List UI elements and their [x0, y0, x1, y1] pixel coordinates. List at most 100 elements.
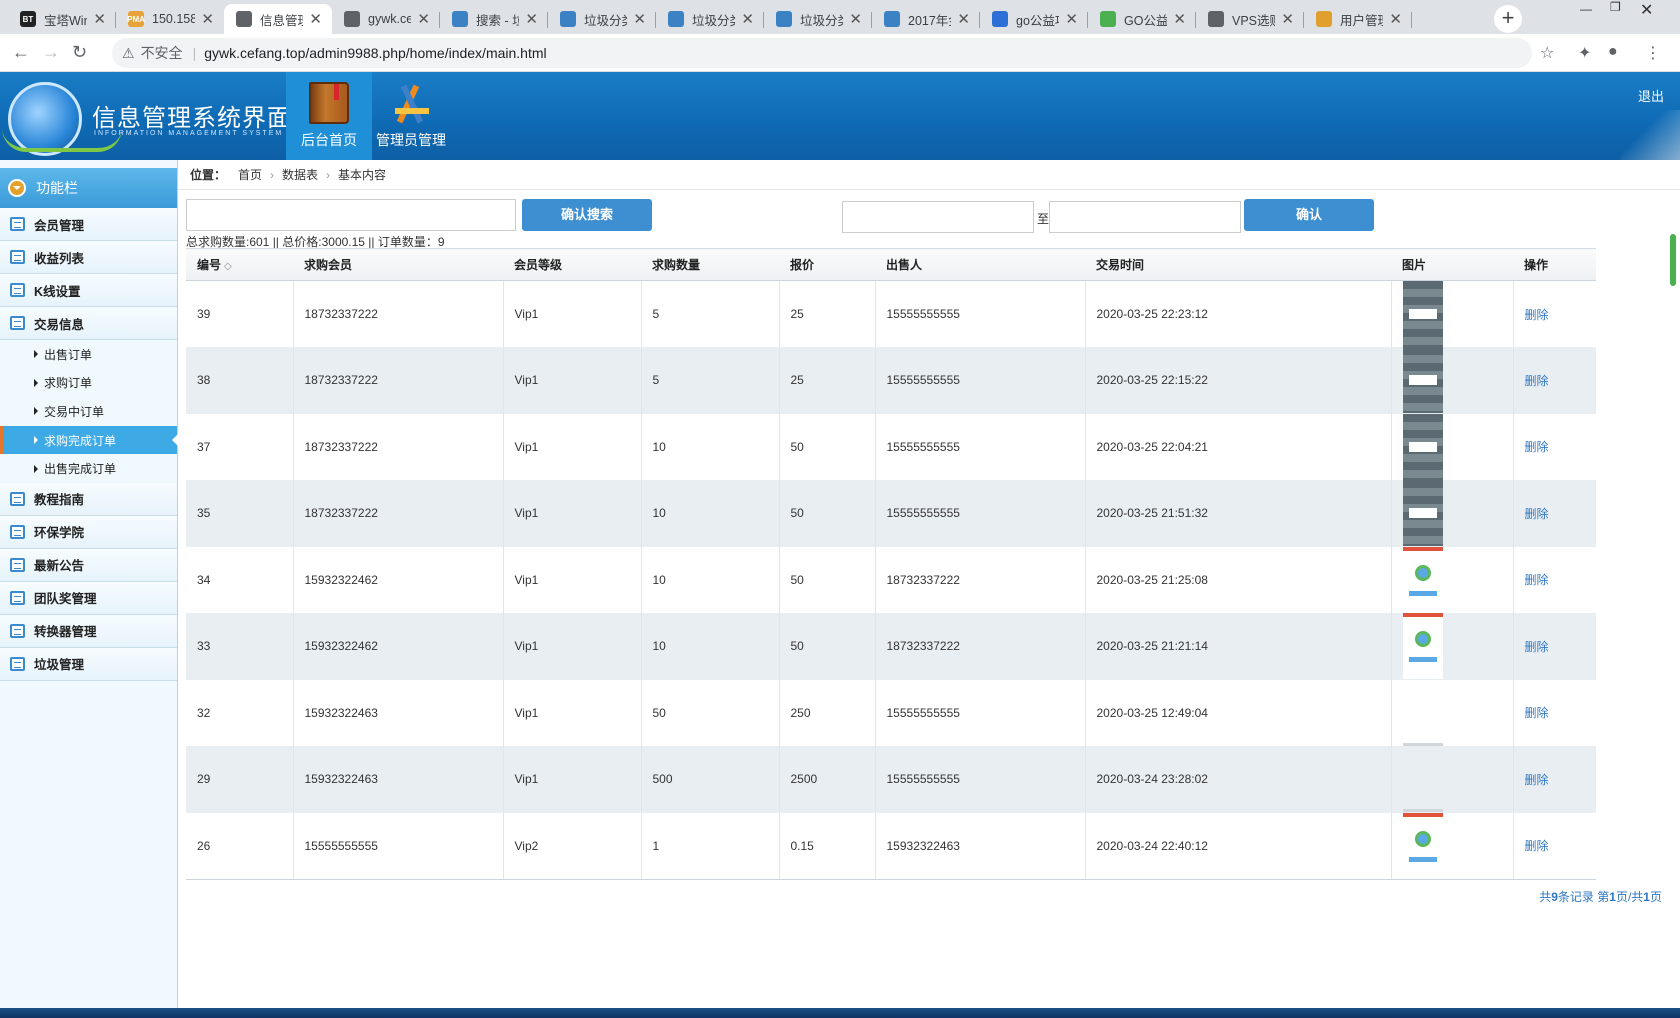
sidebar-item[interactable]: 转换器管理 [0, 614, 177, 648]
sidebar-item-label: 转换器管理 [34, 625, 97, 640]
extensions-icon[interactable]: ✦ [1578, 43, 1591, 63]
sidebar-item[interactable]: K线设置 [0, 274, 177, 307]
tab-close-icon[interactable]: ✕ [957, 10, 970, 28]
tab-favicon-icon [344, 11, 360, 27]
sidebar-item-label: 教程指南 [34, 493, 85, 508]
date-end-input[interactable] [1049, 201, 1241, 233]
search-confirm-button[interactable]: 确认搜索 [522, 199, 652, 231]
sidebar-subitem[interactable]: 出售订单 [0, 340, 177, 369]
forward-icon[interactable]: → [42, 42, 60, 63]
url-field[interactable]: ⚠ 不安全 | gywk.cefang.top/admin9988.php/ho… [112, 38, 1532, 68]
tab-close-icon[interactable]: ✕ [93, 10, 106, 28]
minimize-button[interactable]: — [1580, 2, 1592, 16]
cell-action: 删除 [1513, 280, 1596, 347]
scrollbar-thumb[interactable] [1670, 234, 1676, 286]
cell-time: 2020-03-25 22:15:22 [1085, 347, 1392, 414]
reload-icon[interactable]: ↻ [72, 42, 87, 63]
delete-link[interactable]: 删除 [1525, 839, 1549, 853]
sidebar-item[interactable]: 收益列表 [0, 241, 177, 274]
new-tab-button[interactable]: + [1494, 5, 1522, 33]
sort-icon[interactable]: ◇ [224, 261, 232, 272]
delete-link[interactable]: 删除 [1525, 507, 1549, 521]
tab-close-icon[interactable]: ✕ [525, 10, 538, 28]
thumbnail-image[interactable] [1402, 281, 1443, 347]
browser-tab[interactable]: 2017年金 ✕ [872, 4, 980, 34]
tab-close-icon[interactable]: ✕ [417, 10, 430, 28]
browser-tab[interactable]: BT 宝塔Win ✕ [8, 4, 116, 34]
delete-link[interactable]: 删除 [1525, 773, 1549, 787]
tab-close-icon[interactable]: ✕ [201, 10, 214, 28]
cell-seller: 15555555555 [875, 280, 1086, 347]
thumbnail-image[interactable] [1402, 480, 1443, 547]
browser-tab[interactable]: PMA 150.158. ✕ [116, 4, 224, 34]
sidebar-subitem[interactable]: 交易中订单 [0, 397, 177, 426]
thumbnail-image[interactable] [1402, 746, 1443, 813]
logout-link[interactable]: 退出 [1638, 86, 1664, 105]
thumbnail-image[interactable] [1402, 812, 1443, 879]
thumbnail-image[interactable] [1402, 613, 1443, 680]
sidebar-item-label: 垃圾管理 [34, 658, 85, 673]
nav-admin[interactable]: 管理员管理 [368, 72, 454, 160]
star-icon[interactable]: ☆ [1540, 43, 1554, 63]
cell-price: 25 [779, 280, 876, 347]
browser-tab[interactable]: 搜索 - 垃 ✕ [440, 4, 548, 34]
sidebar-item[interactable]: 教程指南 [0, 482, 177, 516]
tab-close-icon[interactable]: ✕ [633, 10, 646, 28]
delete-link[interactable]: 删除 [1525, 640, 1549, 654]
tab-close-icon[interactable]: ✕ [1065, 10, 1078, 28]
tab-close-icon[interactable]: ✕ [1281, 10, 1294, 28]
sidebar-item[interactable]: 环保学院 [0, 515, 177, 549]
close-window-button[interactable]: ✕ [1640, 0, 1653, 20]
delete-link[interactable]: 删除 [1525, 706, 1549, 720]
sidebar-subitem[interactable]: 出售完成订单 [0, 454, 177, 483]
sidebar-subitem[interactable]: 求购完成订单 [0, 425, 178, 455]
browser-tab[interactable]: 信息管理 ✕ [224, 4, 332, 34]
nav-home[interactable]: 后台首页 [286, 72, 372, 160]
menu-icon[interactable]: ⋮ [1645, 43, 1661, 63]
browser-tab[interactable]: 垃圾分类 ✕ [656, 4, 764, 34]
breadcrumb-home[interactable]: 首页 [238, 166, 262, 183]
search-input[interactable] [186, 199, 516, 231]
range-confirm-button[interactable]: 确认 [1244, 199, 1374, 231]
sidebar-item[interactable]: 团队奖管理 [0, 581, 177, 615]
sidebar-item[interactable]: 交易信息 [0, 307, 177, 340]
col-image: 图片 [1391, 248, 1513, 281]
sidebar-subitem[interactable]: 求购订单 [0, 368, 177, 398]
delete-link[interactable]: 删除 [1525, 573, 1549, 587]
thumbnail-image[interactable] [1402, 413, 1443, 480]
thumbnail-image[interactable] [1402, 680, 1443, 746]
sidebar-item[interactable]: 最新公告 [0, 548, 177, 582]
date-start-input[interactable] [842, 201, 1034, 233]
tab-close-icon[interactable]: ✕ [1173, 10, 1186, 28]
tab-close-icon[interactable]: ✕ [849, 10, 862, 28]
sidebar-item[interactable]: 垃圾管理 [0, 647, 177, 681]
browser-tab[interactable]: 用户管理 ✕ [1304, 4, 1412, 34]
cell-id: 39 [186, 280, 294, 347]
tab-close-icon[interactable]: ✕ [309, 10, 322, 28]
url-divider: | [192, 45, 197, 61]
back-icon[interactable]: ← [12, 42, 30, 63]
tab-title: 垃圾分类 [800, 13, 843, 28]
browser-tab[interactable]: 垃圾分类 ✕ [764, 4, 872, 34]
browser-tab[interactable]: GO公益 ✕ [1088, 4, 1196, 34]
thumbnail-image[interactable] [1402, 347, 1443, 414]
table-row: 29 15932322463 Vip1 500 2500 15555555555 2020-… [186, 746, 1596, 813]
cell-seller: 15555555555 [875, 746, 1086, 813]
delete-link[interactable]: 删除 [1525, 374, 1549, 388]
profile-icon[interactable]: ● [1608, 43, 1618, 61]
breadcrumb-table[interactable]: 数据表 [282, 166, 318, 183]
sidebar-item[interactable]: 会员管理 [0, 208, 177, 241]
browser-tab[interactable]: gywk.ce ✕ [332, 4, 440, 34]
tab-close-icon[interactable]: ✕ [1389, 10, 1402, 28]
browser-tab[interactable]: go公益项 ✕ [980, 4, 1088, 34]
tab-close-icon[interactable]: ✕ [741, 10, 754, 28]
sidebar-heading[interactable]: 功能栏 [0, 168, 177, 208]
delete-link[interactable]: 删除 [1525, 440, 1549, 454]
delete-link[interactable]: 删除 [1525, 308, 1549, 322]
browser-tab[interactable]: 垃圾分类 ✕ [548, 4, 656, 34]
browser-tab[interactable]: VPS选购 ✕ [1196, 4, 1304, 34]
col-id[interactable]: 编号 ◇ [186, 248, 293, 281]
thumbnail-image[interactable] [1402, 546, 1443, 613]
pagination-info: 共9条记录 第1页/共1页 [1539, 890, 1662, 904]
maximize-button[interactable]: ❐ [1610, 0, 1621, 14]
